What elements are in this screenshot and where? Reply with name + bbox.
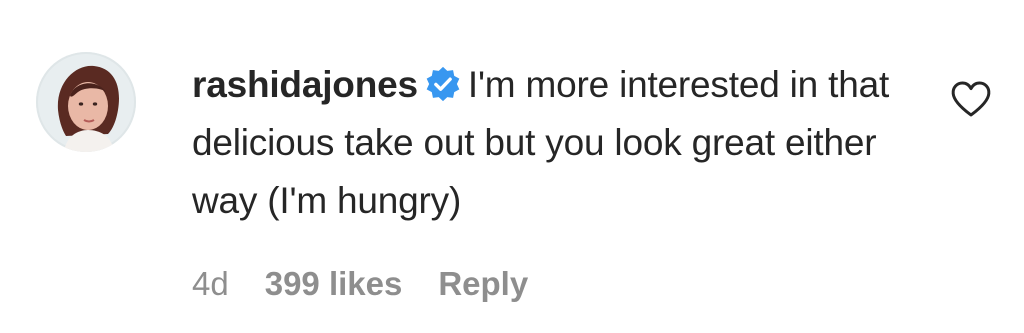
avatar[interactable] xyxy=(36,52,136,152)
reply-button[interactable]: Reply xyxy=(438,265,528,303)
comment: rashidajones I'm more interested in that … xyxy=(0,0,1024,333)
comment-body: rashidajones I'm more interested in that … xyxy=(192,56,912,230)
comment-time[interactable]: 4d xyxy=(192,265,229,303)
heart-outline-icon[interactable] xyxy=(950,80,992,118)
comment-text-block: rashidajones I'm more interested in that … xyxy=(192,56,912,230)
likes-count[interactable]: 399 likes xyxy=(265,265,403,303)
username[interactable]: rashidajones xyxy=(192,64,418,105)
comment-meta: 4d 399 likes Reply xyxy=(192,265,528,303)
avatar-photo xyxy=(36,52,136,152)
verified-badge-icon xyxy=(424,65,462,103)
